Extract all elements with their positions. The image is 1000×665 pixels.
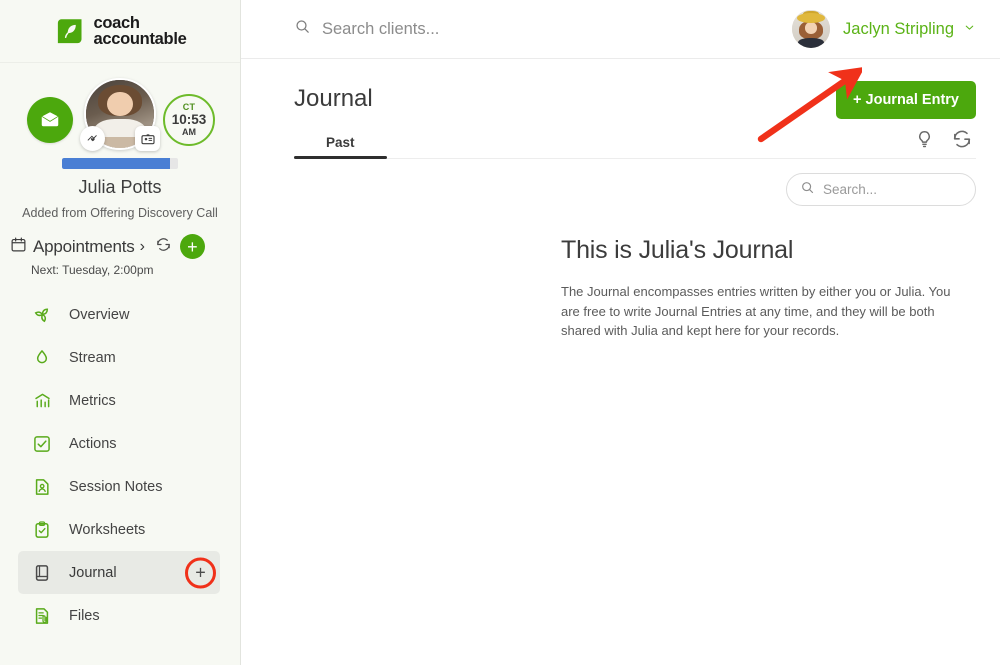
client-timezone: CT — [182, 102, 196, 113]
sidebar-item-label: Stream — [69, 349, 116, 366]
id-card-badge-icon[interactable] — [135, 126, 160, 151]
sidebar-item-worksheets[interactable]: Worksheets — [0, 508, 240, 551]
sidebar-item-label: Session Notes — [69, 478, 163, 495]
brand-logo-line1: coach — [93, 13, 140, 32]
sidebar-item-stream[interactable]: Stream — [0, 336, 240, 379]
refresh-icon[interactable] — [950, 127, 974, 151]
sidebar-item-label: Overview — [69, 306, 130, 323]
sidebar: coach accountable CT 10:53 AM Julia Pott… — [0, 0, 241, 665]
add-journal-entry-button[interactable]: + Journal Entry — [836, 81, 976, 119]
user-menu[interactable]: Jaclyn Stripling — [792, 10, 976, 48]
add-appointment-button[interactable]: + — [179, 234, 205, 259]
appointments-refresh-icon[interactable] — [155, 236, 172, 258]
leaf-pinwheel-icon — [31, 304, 53, 326]
message-client-button[interactable] — [27, 97, 73, 143]
add-journal-entry-sidebar-button[interactable]: + — [191, 563, 210, 582]
journal-empty-description: The Journal encompasses entries written … — [561, 284, 951, 338]
clipboard-check-icon — [31, 519, 53, 541]
search-icon — [800, 180, 815, 200]
main-content: Jaclyn Stripling Journal + Journal Entry… — [241, 0, 1000, 665]
sidebar-nav: Overview Stream Metrics Actions Session … — [0, 293, 240, 637]
sidebar-item-label: Worksheets — [69, 521, 146, 538]
journal-search-box[interactable] — [786, 173, 976, 206]
page-header: Journal + Journal Entry Past — [241, 59, 1000, 159]
client-card: CT 10:53 AM Julia Potts Added from Offer… — [0, 63, 240, 220]
sidebar-item-label: Files — [69, 607, 100, 624]
sidebar-item-files[interactable]: Files — [0, 594, 240, 637]
brand-logo-text: coach accountable — [93, 13, 187, 48]
envelope-icon — [41, 111, 59, 127]
appointments-label: Appointments — [33, 236, 135, 256]
sidebar-item-session-notes[interactable]: Session Notes — [0, 465, 240, 508]
appointments-row[interactable]: Appointments › + — [0, 220, 240, 259]
bar-chart-icon — [31, 390, 53, 412]
sidebar-item-label: Actions — [69, 435, 117, 452]
journal-search-input[interactable] — [823, 182, 962, 197]
brand-logo-line2: accountable — [93, 30, 187, 48]
client-search[interactable] — [294, 18, 652, 40]
sidebar-item-journal[interactable]: Journal + — [18, 551, 220, 594]
top-bar: Jaclyn Stripling — [241, 0, 1000, 59]
check-square-icon — [31, 433, 53, 455]
client-name: Julia Potts — [78, 177, 162, 197]
sidebar-item-overview[interactable]: Overview — [0, 293, 240, 336]
client-progress-fill — [62, 158, 170, 169]
journal-empty-heading: This is Julia's Journal — [561, 236, 794, 264]
client-source-note: Added from Offering Discovery Call — [22, 206, 218, 220]
user-name: Jaclyn Stripling — [843, 19, 954, 38]
calendar-icon — [10, 236, 27, 258]
brand-logo[interactable]: coach accountable — [0, 0, 240, 63]
sidebar-item-actions[interactable]: Actions — [0, 422, 240, 465]
search-clients-input[interactable] — [322, 19, 652, 39]
tabs-row: Past — [294, 127, 976, 159]
next-appointment-label: Next: Tuesday, 2:00pm — [31, 263, 154, 277]
droplet-icon — [31, 347, 53, 369]
tab-past[interactable]: Past — [294, 131, 387, 159]
chevron-down-icon — [963, 21, 976, 37]
sidebar-item-label: Metrics — [69, 392, 116, 409]
search-icon — [294, 18, 311, 40]
client-clock: 10:53 — [171, 112, 207, 128]
client-progress-bar — [62, 158, 178, 169]
journal-search-row — [241, 159, 1000, 206]
tabs: Past — [294, 131, 387, 159]
handshake-heart-badge-icon[interactable] — [80, 126, 105, 151]
sidebar-item-label: Journal — [69, 564, 117, 581]
lightbulb-icon[interactable] — [912, 127, 936, 151]
file-clip-icon — [31, 605, 53, 627]
sidebar-item-metrics[interactable]: Metrics — [0, 379, 240, 422]
app-root: coach accountable CT 10:53 AM Julia Pott… — [0, 0, 1000, 665]
client-meridiem: AM — [182, 126, 196, 137]
book-icon — [31, 562, 53, 584]
client-avatar-row: CT 10:53 AM — [0, 75, 240, 153]
client-local-time-badge: CT 10:53 AM — [163, 94, 215, 146]
chevron-right-icon: › — [139, 237, 145, 255]
coach-accountable-logo-icon — [54, 16, 85, 47]
page-tools — [912, 127, 974, 158]
journal-empty-state: This is Julia's Journal The Journal enco… — [561, 236, 976, 341]
person-note-icon — [31, 476, 53, 498]
avatar — [792, 10, 831, 48]
